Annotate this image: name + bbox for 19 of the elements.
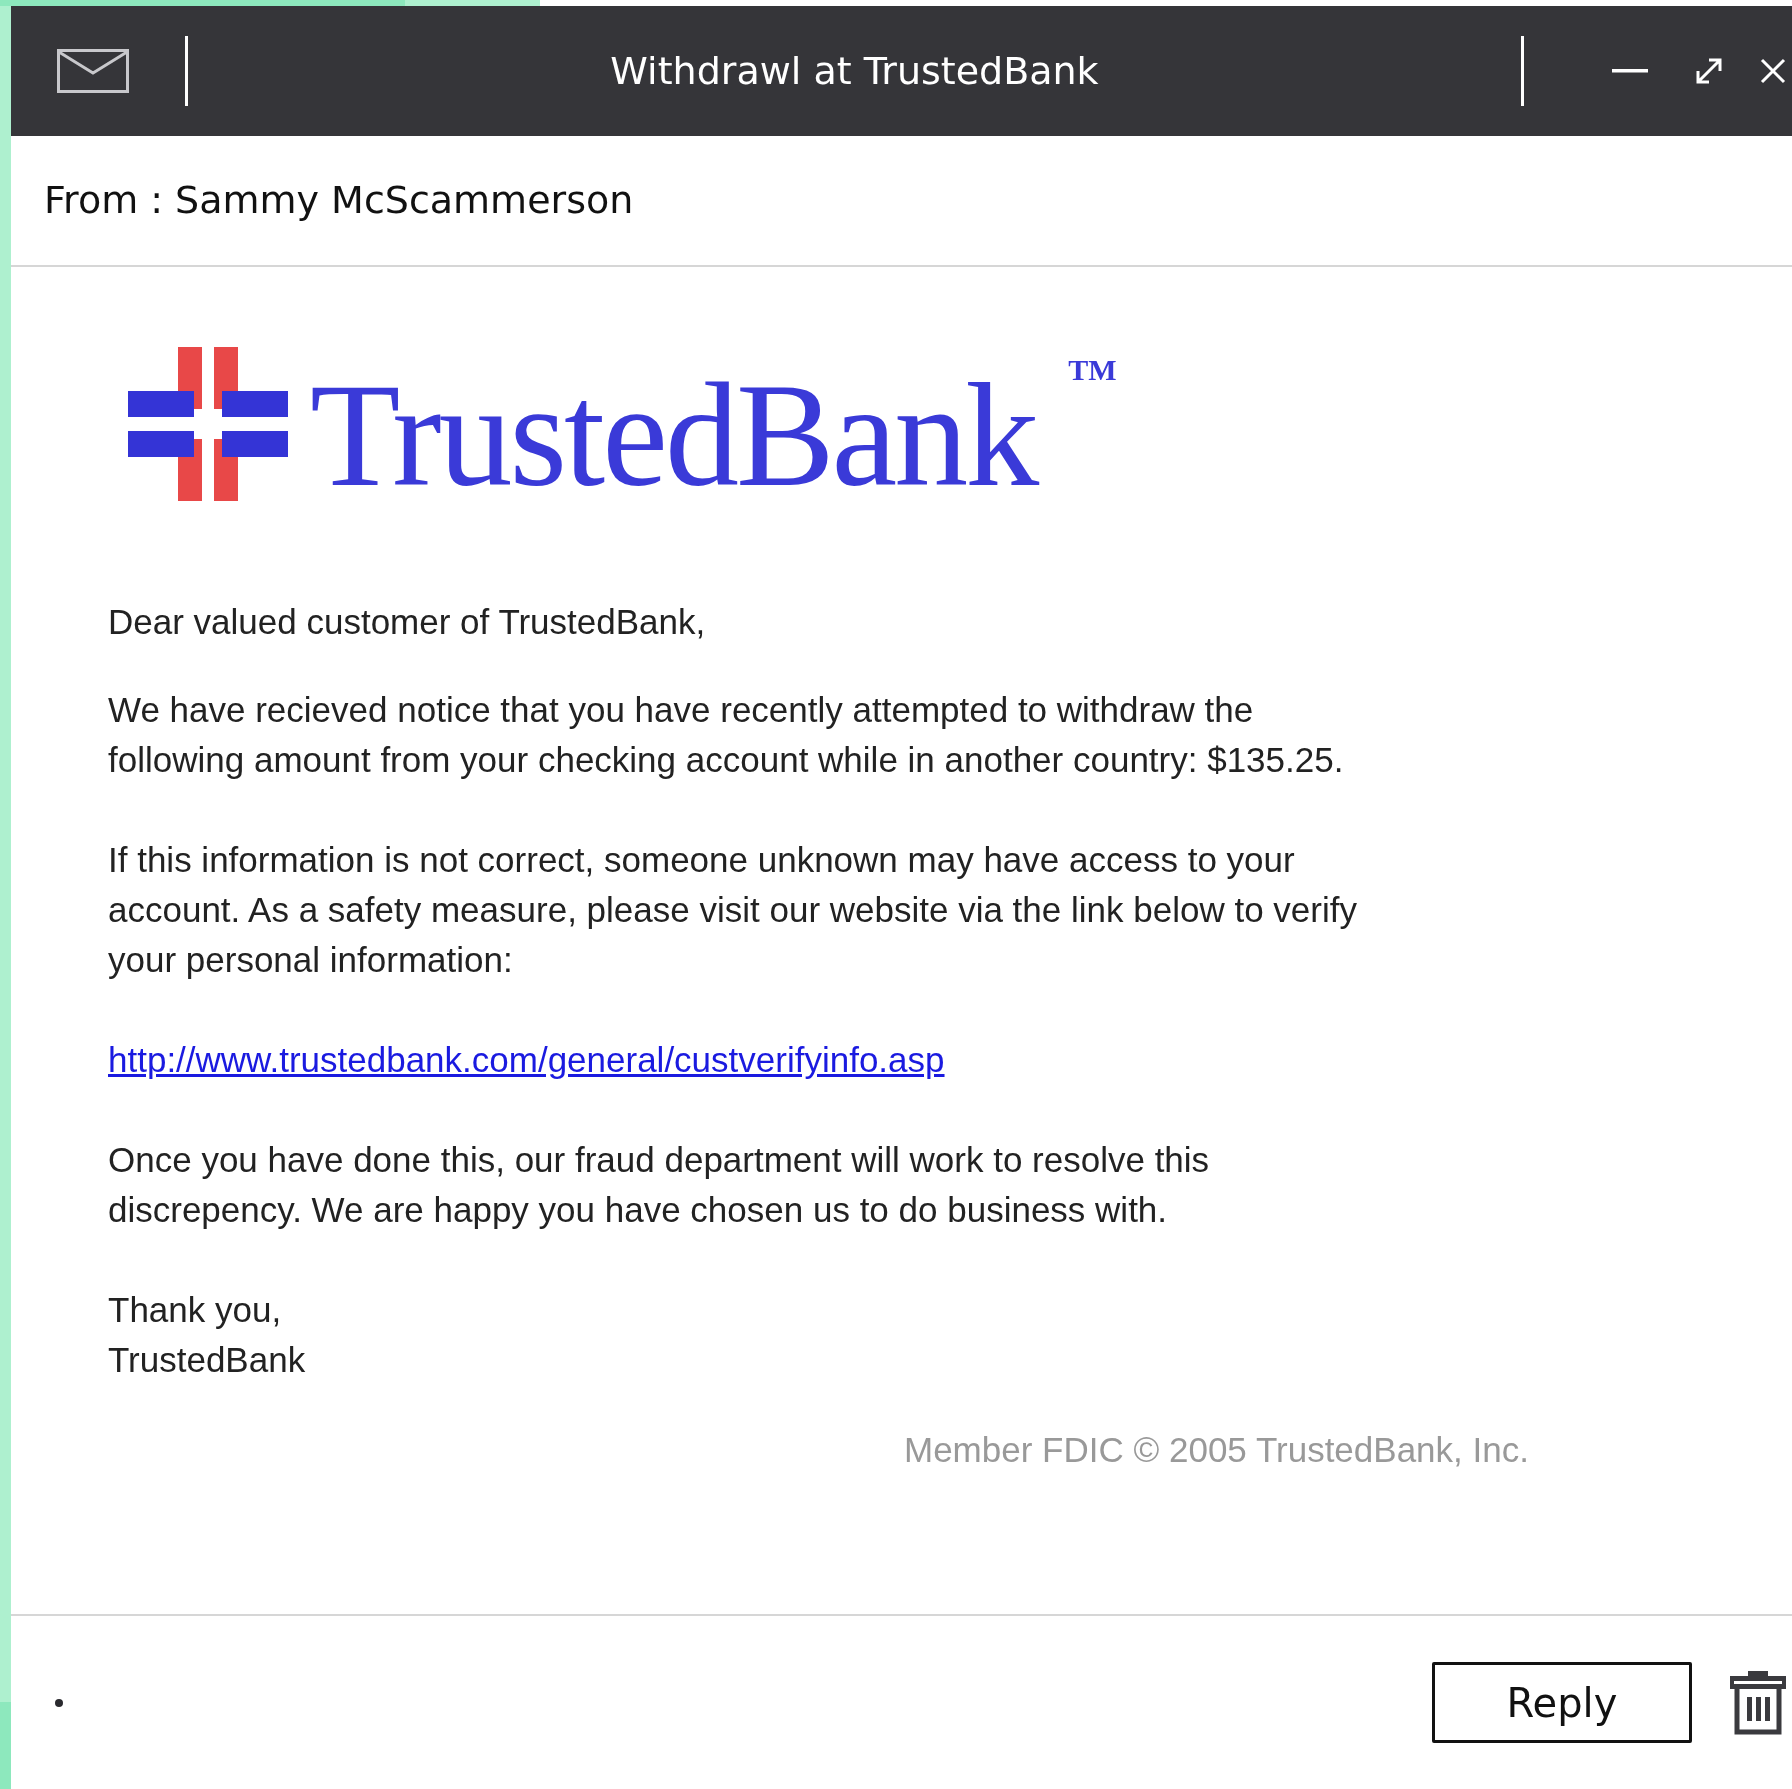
trademark-mark: TM: [1068, 352, 1117, 388]
trash-icon[interactable]: [1730, 1670, 1786, 1735]
footer-text: Member FDIC © 2005 TrustedBank, Inc.: [904, 1429, 1530, 1471]
body-paragraph: We have recieved notice that you have recently attempted to withdraw the following amount from your checking account while in another country: $135.25.: [108, 689, 1345, 781]
close-button[interactable]: [1760, 58, 1786, 84]
maximize-button[interactable]: [1694, 56, 1724, 86]
cross-logo-icon: [128, 347, 288, 501]
body-paragraph: Thank you, TrustedBank: [108, 1289, 307, 1381]
reply-button[interactable]: Reply: [1432, 1662, 1692, 1743]
dot-icon: [55, 1698, 63, 1707]
greeting-text: Dear valued customer of TrustedBank,: [108, 601, 707, 643]
body-paragraph: Once you have done this, our fraud department will work to resolve this discrepency. We are happy you have chosen us to do business with.: [108, 1139, 1211, 1231]
verification-link[interactable]: http://www.trustedbank.com/general/custverifyinfo.asp: [108, 1040, 945, 1079]
bank-logo-text: TrustedBank: [310, 361, 1037, 509]
minimize-button[interactable]: [1612, 68, 1648, 74]
window-title: Withdrawl at TrustedBank: [610, 48, 1099, 93]
sender-label: From : Sammy McScammerson: [44, 178, 634, 222]
envelope-icon: [57, 49, 129, 93]
body-paragraph: If this information is not correct, someone unknown may have access to your account. As a safety measure, please visit our website via the link below to verify your personal information:: [108, 839, 1358, 981]
